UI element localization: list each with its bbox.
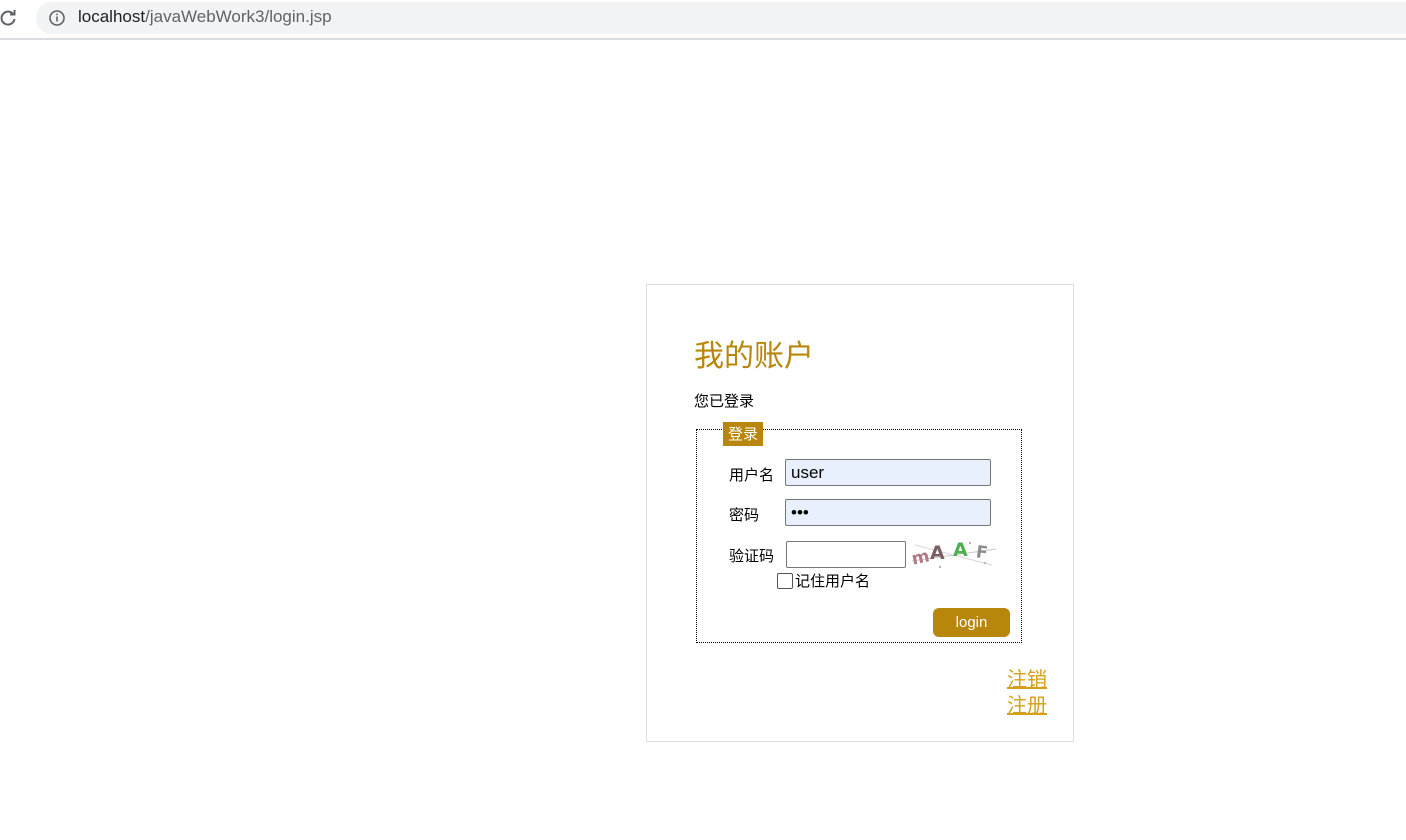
url-text[interactable]: localhost/javaWebWork3/login.jsp xyxy=(78,7,332,27)
login-legend: 登录 xyxy=(723,422,764,446)
address-bar[interactable]: localhost/javaWebWork3/login.jsp xyxy=(36,2,1406,34)
captcha-char-3: A xyxy=(953,539,968,561)
remember-checkbox[interactable] xyxy=(777,572,793,589)
info-icon[interactable] xyxy=(48,9,66,27)
url-host: localhost xyxy=(78,7,146,26)
url-path: /javaWebWork3/login.jsp xyxy=(145,7,332,26)
browser-toolbar: localhost/javaWebWork3/login.jsp xyxy=(0,0,1406,40)
remember-label: 记住用户名 xyxy=(795,572,871,590)
login-status-text: 您已登录 xyxy=(694,392,755,410)
reload-icon[interactable] xyxy=(0,8,18,28)
register-link[interactable]: 注册 xyxy=(1007,689,1047,718)
page-title: 我的账户 xyxy=(694,339,814,374)
username-input[interactable] xyxy=(785,459,991,486)
login-fieldset: 登录 用户名 密码 验证码 m A A F 记住用户名 login xyxy=(696,422,1022,643)
username-label: 用户名 xyxy=(729,466,775,484)
captcha-label: 验证码 xyxy=(729,547,775,565)
logout-link[interactable]: 注销 xyxy=(1007,663,1047,692)
login-button[interactable]: login xyxy=(933,608,1010,637)
captcha-image[interactable]: m A A F xyxy=(910,537,998,571)
password-input[interactable] xyxy=(785,499,991,526)
remember-row: 记住用户名 xyxy=(777,570,870,592)
captcha-char-2: A xyxy=(930,542,945,564)
account-card: 我的账户 您已登录 登录 用户名 密码 验证码 m A A F 记住用户名 lo… xyxy=(646,284,1074,742)
password-label: 密码 xyxy=(729,506,760,524)
captcha-input[interactable] xyxy=(786,541,906,568)
